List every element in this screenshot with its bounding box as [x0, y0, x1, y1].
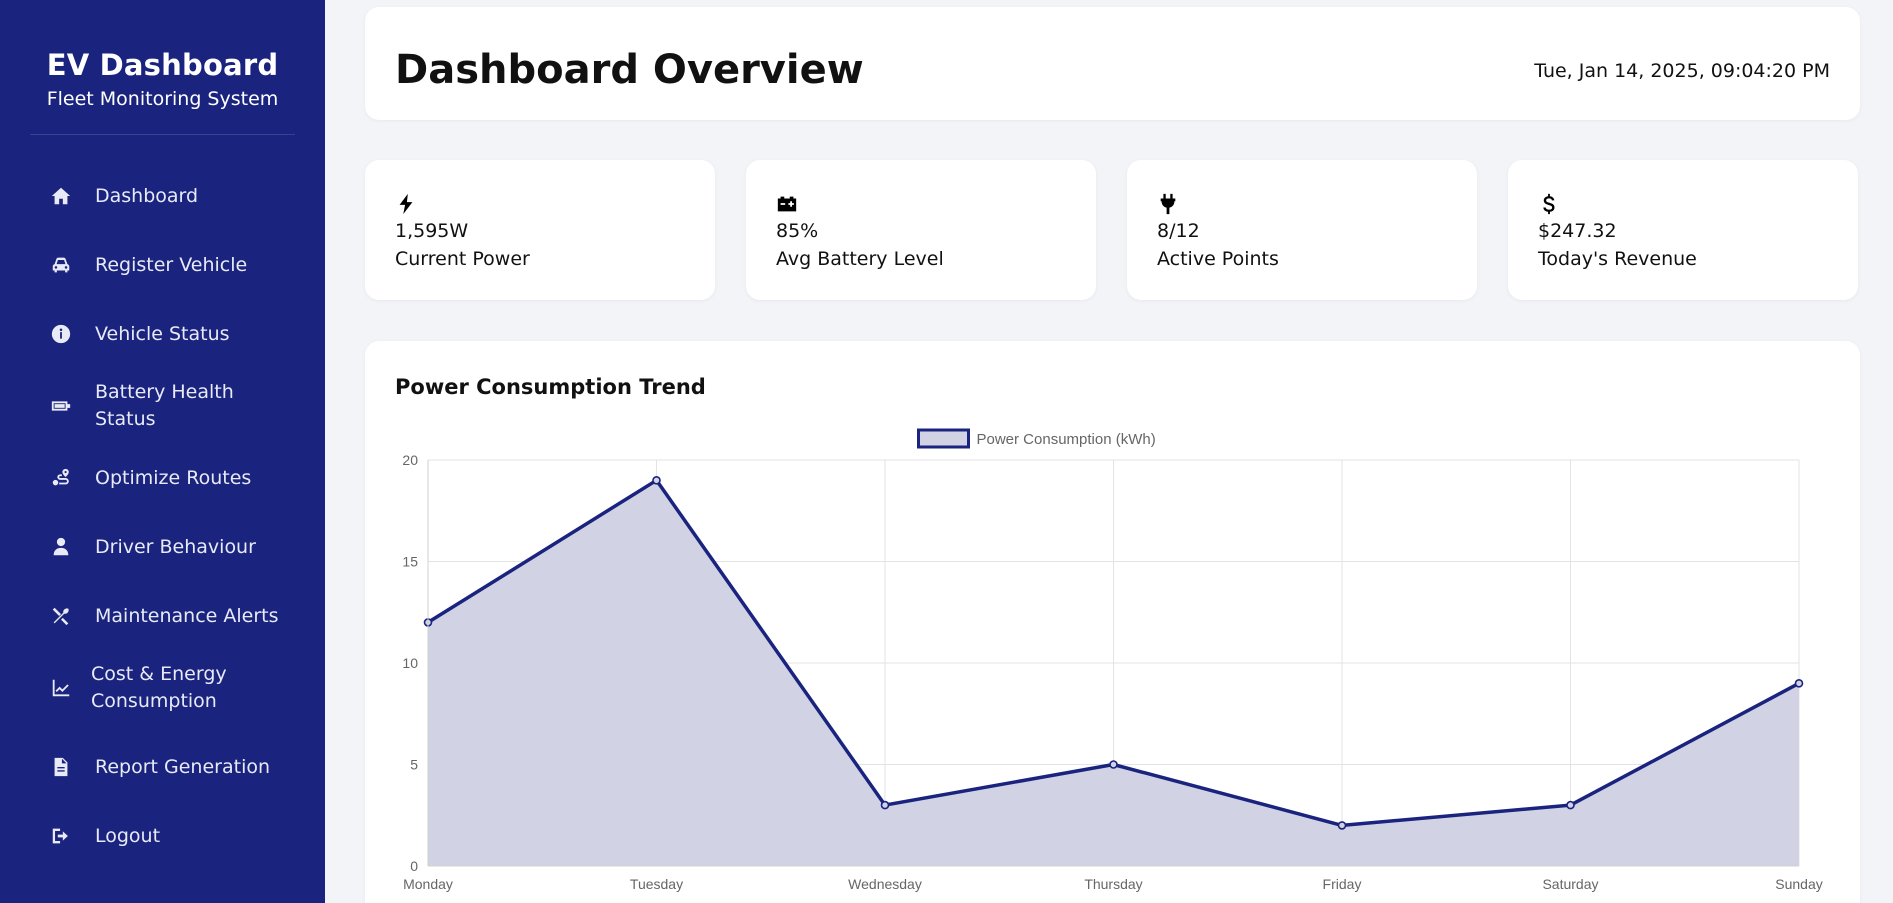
battery-icon: [49, 394, 73, 418]
sidebar-item-vehicle-status[interactable]: Vehicle Status: [0, 308, 325, 360]
y-tick-label: 15: [402, 554, 418, 570]
chart-line-icon: [49, 676, 73, 700]
dollar-icon: [1538, 193, 1560, 215]
sidebar-item-cost-energy[interactable]: Cost & Energy Consumption: [0, 659, 325, 717]
sidebar-item-dashboard[interactable]: Dashboard: [0, 170, 325, 222]
driver-icon: [49, 535, 73, 559]
sidebar-item-label: Logout: [95, 824, 161, 847]
tools-icon: [49, 604, 73, 628]
data-point: [1337, 821, 1347, 830]
stat-label: Avg Battery Level: [776, 248, 944, 270]
current-datetime: Tue, Jan 14, 2025, 09:04:20 PM: [1534, 60, 1830, 82]
x-tick-label: Friday: [1323, 876, 1362, 892]
brand: EV Dashboard Fleet Monitoring System: [0, 0, 325, 135]
sidebar-divider: [30, 134, 295, 135]
sidebar-item-label: Report Generation: [95, 755, 271, 778]
car-battery-icon: [776, 193, 798, 215]
sidebar-item-report-generation[interactable]: Report Generation: [0, 741, 325, 793]
info-icon: [49, 322, 73, 346]
data-point: [652, 476, 661, 485]
document-icon: [49, 755, 73, 779]
y-tick-label: 5: [410, 757, 418, 773]
home-icon: [49, 184, 73, 208]
x-tick-label: Wednesday: [848, 876, 922, 892]
x-tick-label: Sunday: [1775, 876, 1822, 892]
stat-card-battery-level: 85% Avg Battery Level: [746, 160, 1096, 300]
y-tick-label: 20: [402, 452, 418, 468]
sidebar: EV Dashboard Fleet Monitoring System Das…: [0, 0, 325, 903]
y-tick-label: 0: [410, 858, 418, 874]
y-tick-label: 10: [402, 655, 418, 671]
sidebar-item-logout[interactable]: Logout: [0, 810, 325, 862]
power-consumption-chart-card: Power Consumption Trend 0 5 10 15 20 Monday Tu…: [365, 341, 1860, 903]
car-icon: [49, 253, 73, 277]
sidebar-item-label: Maintenance Alerts: [95, 604, 279, 627]
logout-icon: [49, 824, 73, 848]
data-point: [1794, 678, 1804, 688]
legend-swatch: [917, 428, 970, 449]
sidebar-item-register-vehicle[interactable]: Register Vehicle: [0, 239, 325, 291]
x-tick-label: Thursday: [1084, 876, 1142, 892]
sidebar-item-label: Dashboard: [95, 184, 199, 207]
brand-subtitle: Fleet Monitoring System: [46, 88, 279, 110]
legend-label: Power Consumption (kWh): [977, 431, 1156, 448]
sidebar-item-label: Register Vehicle: [95, 253, 248, 276]
header-card: Dashboard Overview Tue, Jan 14, 2025, 09…: [365, 7, 1860, 120]
stat-card-active-points: 8/12 Active Points: [1127, 160, 1477, 300]
x-tick-label: Tuesday: [630, 876, 683, 892]
plug-icon: [1157, 193, 1179, 215]
page-title: Dashboard Overview: [395, 47, 864, 93]
stat-card-revenue: $247.32 Today's Revenue: [1508, 160, 1858, 300]
route-icon: [49, 466, 73, 490]
stat-card-current-power: 1,595W Current Power: [365, 160, 715, 300]
stat-label: Today's Revenue: [1538, 248, 1697, 270]
sidebar-item-battery-health[interactable]: Battery Health Status: [0, 377, 325, 435]
sidebar-item-label: Driver Behaviour: [95, 535, 256, 558]
stat-label: Current Power: [395, 248, 530, 270]
sidebar-item-label: Battery Health Status: [95, 381, 234, 430]
sidebar-item-label: Vehicle Status: [95, 322, 230, 345]
stat-value: $247.32: [1538, 220, 1617, 242]
data-point: [1109, 760, 1118, 769]
power-consumption-chart: 0 5 10 15 20 Monday Tuesday Wednesday Thursday Fr…: [402, 428, 1823, 892]
sidebar-item-maintenance-alerts[interactable]: Maintenance Alerts: [0, 590, 325, 642]
x-tick-label: Saturday: [1542, 876, 1598, 892]
sidebar-item-optimize-routes[interactable]: Optimize Routes: [0, 452, 325, 504]
stat-value: 8/12: [1157, 220, 1200, 242]
brand-title: EV Dashboard: [46, 48, 279, 82]
stat-value: 85%: [776, 220, 819, 242]
stat-value: 1,595W: [395, 220, 469, 242]
sidebar-item-label: Cost & Energy Consumption: [91, 663, 227, 712]
bolt-icon: [395, 193, 417, 215]
data-point: [1566, 800, 1575, 810]
stat-label: Active Points: [1157, 248, 1279, 270]
data-point: [880, 800, 890, 810]
x-tick-label: Monday: [403, 876, 453, 892]
sidebar-item-label: Optimize Routes: [95, 466, 252, 489]
sidebar-item-driver-behaviour[interactable]: Driver Behaviour: [0, 521, 325, 573]
